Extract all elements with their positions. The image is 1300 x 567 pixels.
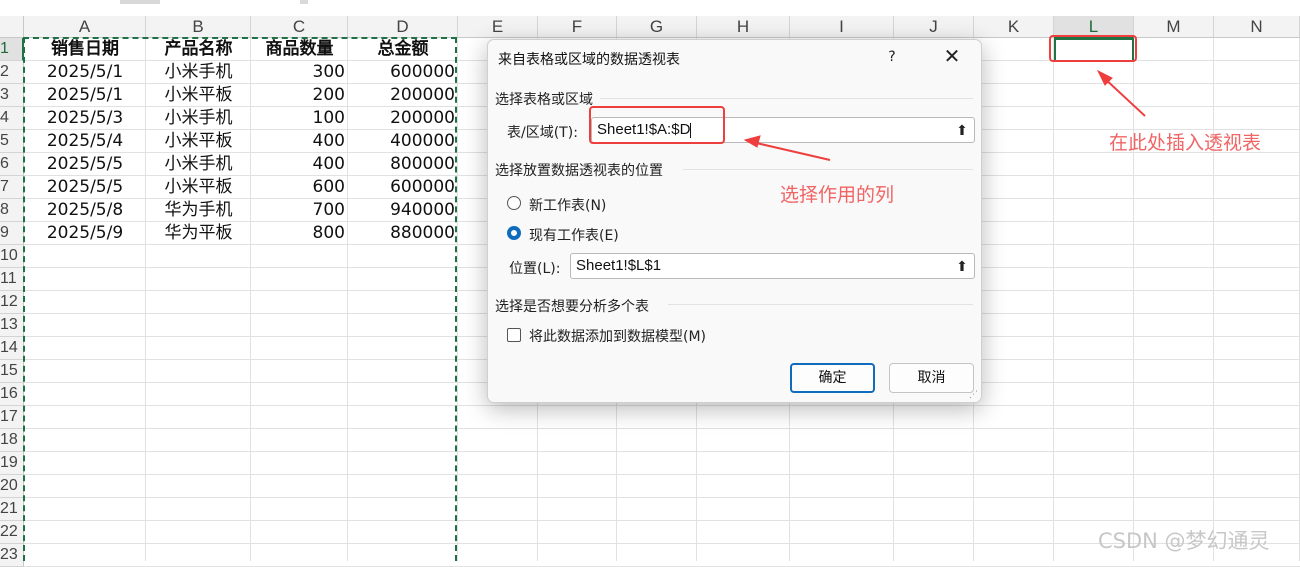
help-button[interactable]: ? — [882, 46, 902, 68]
annotation-select-columns: 选择作用的列 — [780, 184, 895, 206]
row-header-4[interactable]: 4 — [0, 107, 24, 130]
tab-edge — [300, 0, 308, 4]
annotation-insert-here: 在此处插入透视表 — [1109, 132, 1262, 154]
column-header-H[interactable]: H — [697, 16, 790, 38]
section-source-title: 选择表格或区域 — [495, 92, 593, 108]
row-header-18[interactable]: 18 — [0, 429, 24, 452]
row-header-16[interactable]: 16 — [0, 383, 24, 406]
cancel-button[interactable]: 取消 — [889, 363, 974, 393]
column-header-N[interactable]: N — [1214, 16, 1300, 38]
watermark: CSDN @梦幻通灵 — [1098, 529, 1270, 553]
data-model-checkbox[interactable] — [507, 328, 521, 342]
location-label: 位置(L): — [509, 261, 561, 277]
section-multi-title: 选择是否想要分析多个表 — [495, 299, 649, 315]
ok-button[interactable]: 确定 — [790, 363, 875, 393]
column-header-B[interactable]: B — [146, 16, 251, 38]
column-header-D[interactable]: D — [348, 16, 458, 38]
row-header-19[interactable]: 19 — [0, 452, 24, 475]
column-header-F[interactable]: F — [538, 16, 617, 38]
location-value: Sheet1!$L$1 — [576, 257, 662, 274]
row-header-10[interactable]: 10 — [0, 245, 24, 268]
option-existing-worksheet-label[interactable]: 现有工作表(E) — [529, 225, 619, 245]
select-all-corner[interactable] — [0, 16, 24, 38]
option-new-worksheet-label[interactable]: 新工作表(N) — [529, 195, 606, 215]
row-header-17[interactable]: 17 — [0, 406, 24, 429]
column-header-A[interactable]: A — [24, 16, 146, 38]
row-header-13[interactable]: 13 — [0, 314, 24, 337]
divider — [600, 98, 973, 99]
section-location-title: 选择放置数据透视表的位置 — [495, 163, 663, 179]
row-header-23[interactable]: 23 — [0, 544, 24, 567]
data-model-checkbox-label[interactable]: 将此数据添加到数据模型(M) — [529, 326, 706, 346]
gridline — [1053, 38, 1054, 561]
column-header-I[interactable]: I — [790, 16, 894, 38]
row-header-3[interactable]: 3 — [0, 84, 24, 107]
row-header-14[interactable]: 14 — [0, 337, 24, 360]
row-header-15[interactable]: 15 — [0, 360, 24, 383]
gridline — [1213, 38, 1214, 561]
pivot-table-dialog: 来自表格或区域的数据透视表 ? ✕ 选择表格或区域 表/区域(T): Sheet… — [487, 39, 982, 403]
divider — [683, 169, 973, 170]
location-input[interactable]: Sheet1!$L$1 ⬆ — [570, 253, 975, 279]
close-icon[interactable]: ✕ — [940, 44, 964, 68]
annotation-box-L1 — [1049, 35, 1137, 62]
column-header-M[interactable]: M — [1134, 16, 1214, 38]
gridline — [1133, 38, 1134, 561]
row-header-8[interactable]: 8 — [0, 199, 24, 222]
column-header-G[interactable]: G — [617, 16, 697, 38]
tab-edge — [120, 0, 160, 4]
row-header-21[interactable]: 21 — [0, 498, 24, 521]
column-header-C[interactable]: C — [251, 16, 348, 38]
row-header-9[interactable]: 9 — [0, 222, 24, 245]
location-collapse-icon[interactable]: ⬆ — [952, 256, 972, 276]
row-header-6[interactable]: 6 — [0, 153, 24, 176]
row-header-20[interactable]: 20 — [0, 475, 24, 498]
row-header-5[interactable]: 5 — [0, 130, 24, 153]
row-header-1[interactable]: 1 — [0, 38, 24, 61]
range-collapse-icon[interactable]: ⬆ — [952, 120, 972, 140]
column-header-J[interactable]: J — [894, 16, 974, 38]
radio-new-worksheet[interactable] — [507, 196, 521, 210]
row-header-7[interactable]: 7 — [0, 176, 24, 199]
dialog-title: 来自表格或区域的数据透视表 — [498, 52, 680, 68]
ribbon-edge — [0, 0, 1300, 16]
column-header-K[interactable]: K — [974, 16, 1054, 38]
radio-existing-worksheet[interactable] — [507, 226, 521, 240]
annotation-box-range — [589, 106, 725, 144]
column-header-E[interactable]: E — [458, 16, 538, 38]
resize-grip-icon[interactable]: ⋰ — [969, 390, 979, 400]
row-header-22[interactable]: 22 — [0, 521, 24, 544]
row-header-2[interactable]: 2 — [0, 61, 24, 84]
range-label: 表/区域(T): — [507, 125, 578, 141]
divider — [668, 304, 973, 305]
row-header-11[interactable]: 11 — [0, 268, 24, 291]
row-header-12[interactable]: 12 — [0, 291, 24, 314]
copy-marquee-selection — [23, 37, 457, 561]
